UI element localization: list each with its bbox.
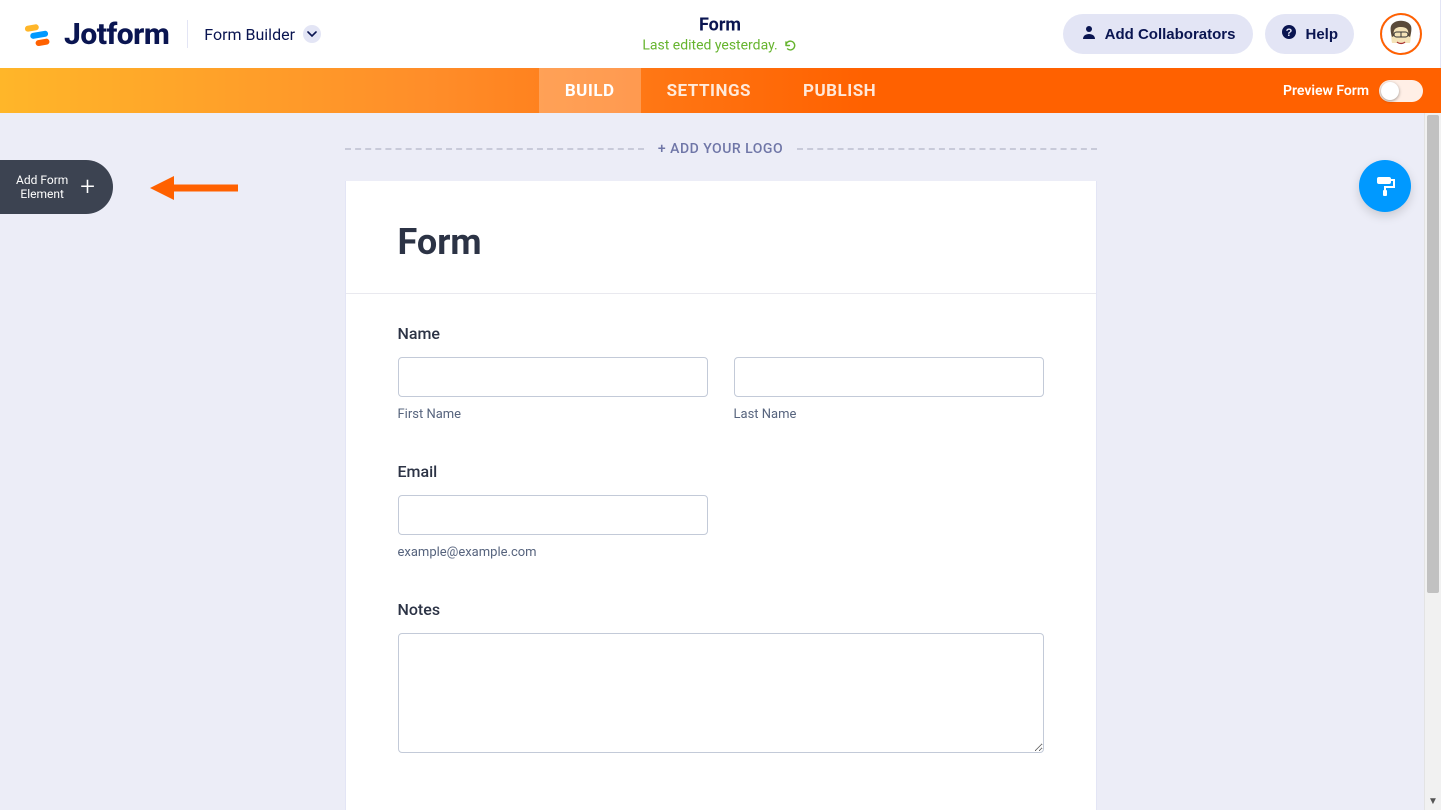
field-name-label: Name [398,324,1044,343]
paint-roller-icon [1372,173,1398,199]
help-label: Help [1305,26,1338,43]
add-logo-button[interactable]: + ADD YOUR LOGO [345,141,1097,157]
tab-build[interactable]: BUILD [539,68,641,113]
scroll-down-icon[interactable]: ▼ [1425,793,1441,810]
form-heading[interactable]: Form [346,181,1096,294]
preview-toggle[interactable] [1379,80,1423,102]
form-card: Form Name First Name Last Name [345,181,1097,810]
email-sublabel: example@example.com [398,545,708,560]
help-button[interactable]: ? Help [1265,14,1354,54]
preview-label: Preview Form [1283,83,1369,99]
toggle-knob [1381,82,1399,100]
last-name-sublabel: Last Name [734,407,1044,422]
add-collaborators-label: Add Collaborators [1105,26,1236,43]
dash-left [345,148,644,150]
first-name-input[interactable] [398,357,708,397]
avatar[interactable] [1380,13,1422,55]
form-designer-button[interactable] [1359,160,1411,212]
notes-textarea[interactable] [398,633,1044,753]
workspace: Add Form Element + + ADD YOUR LOGO [0,113,1441,810]
dash-right [797,148,1096,150]
scroll-thumb[interactable] [1427,115,1439,593]
add-collaborators-button[interactable]: Add Collaborators [1063,14,1254,54]
user-icon [1081,24,1097,44]
field-email-label: Email [398,462,1044,481]
help-icon: ? [1281,24,1297,44]
add-form-element-label: Add Form Element [16,173,68,201]
field-notes-label: Notes [398,600,1044,619]
add-logo-label: + ADD YOUR LOGO [658,141,783,157]
main-nav: BUILD SETTINGS PUBLISH Preview Form [0,68,1441,113]
undo-icon[interactable] [784,39,798,53]
app-header: Jotform Form Builder Form Last edited ye… [0,0,1441,68]
chevron-down-icon [303,25,321,43]
divider [187,20,188,48]
form-body: Name First Name Last Name Email [346,294,1096,810]
plus-icon: + [80,172,95,202]
email-input[interactable] [398,495,708,535]
brand-logo[interactable]: Jotform [22,17,169,52]
field-notes[interactable]: Notes [398,600,1044,757]
form-builder-dropdown[interactable]: Form Builder [204,25,321,44]
brand-name: Jotform [64,17,169,52]
form-heading-title: Form [398,221,1044,263]
form-title-block: Form Last edited yesterday. [642,15,797,54]
scrollbar[interactable]: ▲ ▼ [1424,113,1441,810]
preview-toggle-group: Preview Form [1283,68,1423,113]
annotation-arrow-icon [150,173,240,207]
tab-publish[interactable]: PUBLISH [777,68,902,113]
header-actions: Add Collaborators ? Help [1063,13,1422,55]
last-edited: Last edited yesterday. [642,38,797,54]
nav-tabs: BUILD SETTINGS PUBLISH [539,68,902,113]
svg-text:?: ? [1286,27,1293,39]
add-form-element-button[interactable]: Add Form Element + [0,160,113,214]
last-edited-text: Last edited yesterday. [642,38,777,54]
form-title[interactable]: Form [642,15,797,36]
tab-settings[interactable]: SETTINGS [641,68,777,113]
last-name-input[interactable] [734,357,1044,397]
jotform-logo-icon [22,18,54,50]
first-name-sublabel: First Name [398,407,708,422]
form-stage: + ADD YOUR LOGO Form Name First Name [345,141,1097,810]
field-name[interactable]: Name First Name Last Name [398,324,1044,422]
form-builder-label: Form Builder [204,25,295,44]
field-email[interactable]: Email example@example.com [398,462,1044,560]
